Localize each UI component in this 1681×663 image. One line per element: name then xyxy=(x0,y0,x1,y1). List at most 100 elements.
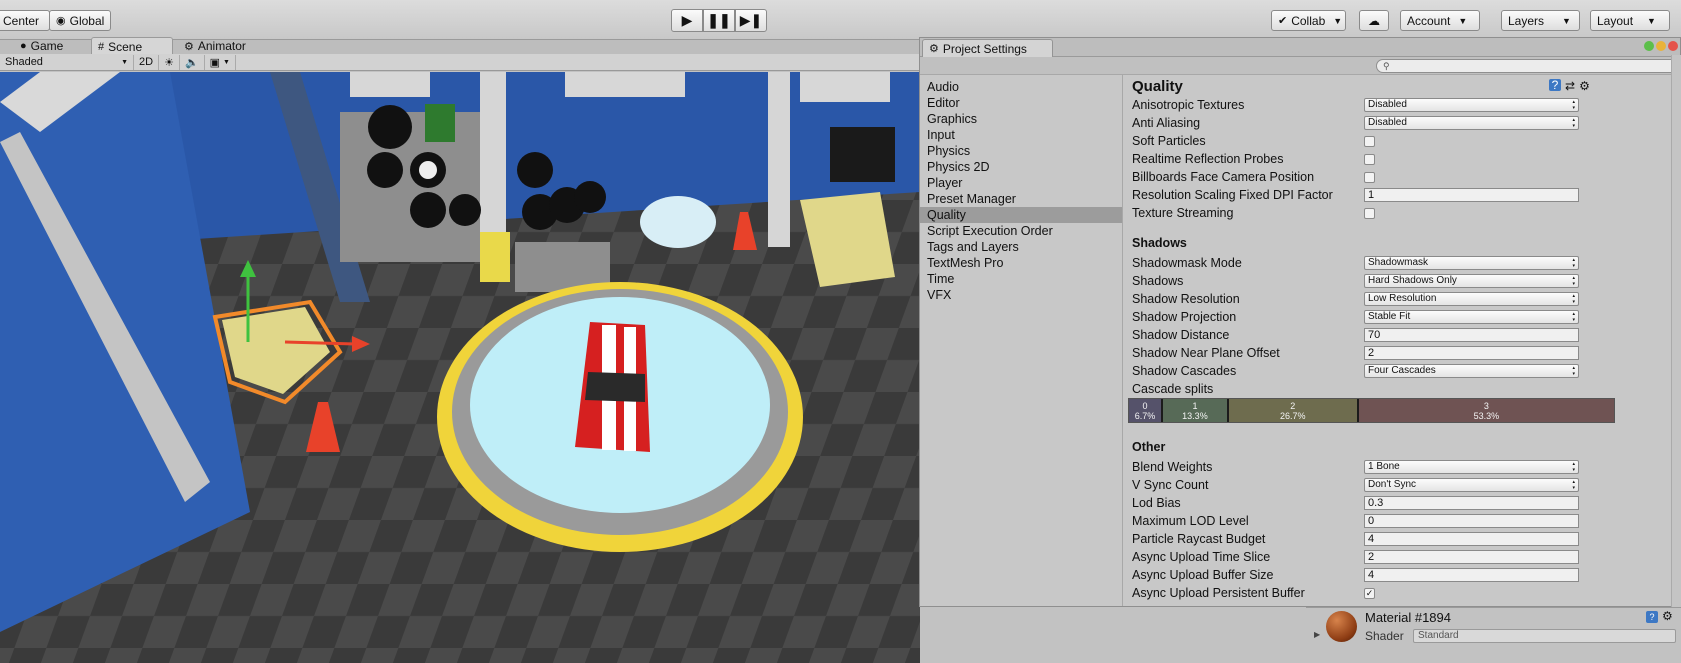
shadow-near-plane-field[interactable]: 2 xyxy=(1364,346,1579,360)
shader-dropdown[interactable]: Standard xyxy=(1413,629,1676,643)
lighting-toggle[interactable]: ☀ xyxy=(159,54,180,70)
play-icon: ▶ xyxy=(681,12,693,28)
shadow-cascades-dropdown[interactable]: Four Cascades xyxy=(1364,364,1579,378)
nav-item-graphics[interactable]: Graphics xyxy=(920,111,1122,127)
scrollbar[interactable] xyxy=(1671,55,1681,607)
setting-row: Shadowmask Mode Shadowmask xyxy=(1132,255,1672,272)
async-upload-buffer-size-field[interactable]: 4 xyxy=(1364,568,1579,582)
cascade-index: 2 xyxy=(1290,401,1296,411)
play-button[interactable]: ▶ xyxy=(671,9,703,32)
nav-item-textmesh-pro[interactable]: TextMesh Pro xyxy=(920,255,1122,271)
maximize-button[interactable] xyxy=(1644,41,1654,51)
nav-item-vfx[interactable]: VFX xyxy=(920,287,1122,303)
setting-label: Maximum LOD Level xyxy=(1132,514,1249,528)
settings-search-input[interactable]: ⚲ xyxy=(1376,59,1680,73)
global-toggle[interactable]: ◉ Global xyxy=(49,10,111,31)
nav-item-editor[interactable]: Editor xyxy=(920,95,1122,111)
cascade-segment-3[interactable]: 3 53.3% xyxy=(1358,399,1614,422)
step-button[interactable]: ▶❚ xyxy=(735,9,767,32)
tab-game[interactable]: ● Game xyxy=(14,37,69,55)
anti-aliasing-dropdown[interactable]: Disabled xyxy=(1364,116,1579,130)
material-inspector: ▶ Material #1894 Shader Standard ? ⚙ xyxy=(1306,607,1681,663)
nav-item-audio[interactable]: Audio xyxy=(920,79,1122,95)
shading-mode-dropdown[interactable]: Shaded ▼ xyxy=(0,54,134,70)
nav-item-time[interactable]: Time xyxy=(920,271,1122,287)
grid-icon: # xyxy=(98,40,105,53)
gear-icon[interactable]: ⚙ xyxy=(1579,79,1590,93)
soft-particles-checkbox[interactable] xyxy=(1364,136,1375,147)
help-icon[interactable]: ? xyxy=(1549,79,1561,91)
gear-icon[interactable]: ⚙ xyxy=(1662,609,1673,623)
realtime-reflection-probes-checkbox[interactable] xyxy=(1364,154,1375,165)
max-lod-level-field[interactable]: 0 xyxy=(1364,514,1579,528)
project-settings-title: Project Settings xyxy=(942,41,1027,56)
gear-icon: ⚙ xyxy=(929,43,939,55)
nav-item-player[interactable]: Player xyxy=(920,175,1122,191)
shadowmask-mode-dropdown[interactable]: Shadowmask xyxy=(1364,256,1579,270)
cascade-segment-0[interactable]: 0 6.7% xyxy=(1129,399,1164,422)
material-name: Material #1894 xyxy=(1365,610,1451,625)
shader-label: Shader xyxy=(1365,629,1404,643)
global-label: Global xyxy=(69,13,105,28)
dpi-factor-field[interactable]: 1 xyxy=(1364,188,1579,202)
setting-row: Shadow Resolution Low Resolution xyxy=(1132,291,1672,308)
anisotropic-textures-dropdown[interactable]: Disabled xyxy=(1364,98,1579,112)
tab-scene[interactable]: # Scene xyxy=(91,37,173,55)
foldout-arrow-icon[interactable]: ▶ xyxy=(1314,630,1320,639)
pivot-label: Center xyxy=(3,13,40,28)
nav-item-preset-manager[interactable]: Preset Manager xyxy=(920,191,1122,207)
cloud-button[interactable]: ☁ xyxy=(1359,10,1389,31)
help-icon[interactable]: ? xyxy=(1646,611,1658,623)
nav-item-input[interactable]: Input xyxy=(920,127,1122,143)
account-dropdown[interactable]: Account ▼ xyxy=(1400,10,1480,31)
collab-button[interactable]: ✔ Collab ▼ xyxy=(1271,10,1346,31)
close-button[interactable] xyxy=(1668,41,1678,51)
cascade-percent: 13.3% xyxy=(1182,411,1208,421)
other-section-header: Other xyxy=(1132,440,1166,454)
lod-bias-field[interactable]: 0.3 xyxy=(1364,496,1579,510)
shadow-resolution-dropdown[interactable]: Low Resolution xyxy=(1364,292,1579,306)
audio-toggle[interactable]: 🔈 xyxy=(180,54,205,70)
cascade-segment-2[interactable]: 2 26.7% xyxy=(1228,399,1359,422)
main-toolbar: Center ◉ Global ▶ ❚❚ ▶❚ ✔ Collab ▼ ☁ Acc… xyxy=(0,0,1681,40)
shadow-projection-dropdown[interactable]: Stable Fit xyxy=(1364,310,1579,324)
texture-streaming-checkbox[interactable] xyxy=(1364,208,1375,219)
shadow-distance-field[interactable]: 70 xyxy=(1364,328,1579,342)
layout-dropdown[interactable]: Layout ▼ xyxy=(1590,10,1670,31)
nav-item-quality[interactable]: Quality xyxy=(920,207,1122,223)
gizmo-x-axis[interactable] xyxy=(284,340,356,346)
nav-item-tags-and-layers[interactable]: Tags and Layers xyxy=(920,239,1122,255)
project-settings-titlebar: ⚙ Project Settings xyxy=(920,38,1680,57)
scene-viewport[interactable] xyxy=(0,72,920,663)
minimize-button[interactable] xyxy=(1656,41,1666,51)
tab-animator[interactable]: ⚙ Animator xyxy=(178,37,252,55)
vent xyxy=(800,72,890,102)
billboards-face-camera-checkbox[interactable] xyxy=(1364,172,1375,183)
nav-item-script-execution-order[interactable]: Script Execution Order xyxy=(920,223,1122,239)
vsync-count-dropdown[interactable]: Don't Sync xyxy=(1364,478,1579,492)
async-upload-persistent-buffer-checkbox[interactable]: ✓ xyxy=(1364,588,1375,599)
setting-row: Billboards Face Camera Position xyxy=(1132,169,1672,186)
cloud-icon: ☁ xyxy=(1368,13,1380,28)
pivot-toggle[interactable]: Center xyxy=(0,10,50,31)
cascade-splits-bar[interactable]: 0 6.7% 1 13.3% 2 26.7% 3 53.3% xyxy=(1128,398,1615,423)
layers-dropdown[interactable]: Layers ▼ xyxy=(1501,10,1580,31)
image-icon: ▣ xyxy=(209,56,221,69)
blend-weights-dropdown[interactable]: 1 Bone xyxy=(1364,460,1579,474)
nav-item-physics[interactable]: Physics xyxy=(920,143,1122,159)
setting-row: Async Upload Buffer Size 4 xyxy=(1132,567,1672,584)
preset-icon[interactable]: ⇄ xyxy=(1565,79,1575,93)
2d-toggle[interactable]: 2D xyxy=(134,54,160,70)
cascade-percent: 26.7% xyxy=(1279,411,1306,421)
project-settings-tab[interactable]: ⚙ Project Settings xyxy=(922,39,1053,57)
pause-button[interactable]: ❚❚ xyxy=(703,9,735,32)
tab-game-label: Game xyxy=(30,39,64,53)
shadows-dropdown[interactable]: Hard Shadows Only xyxy=(1364,274,1579,288)
particle-raycast-budget-field[interactable]: 4 xyxy=(1364,532,1579,546)
vent xyxy=(350,72,430,97)
effects-dropdown[interactable]: ▣ ▼ xyxy=(205,54,236,70)
nav-item-physics-2d[interactable]: Physics 2D xyxy=(920,159,1122,175)
cascade-segment-1[interactable]: 1 13.3% xyxy=(1163,399,1229,422)
sun-icon: ☀ xyxy=(164,56,174,69)
async-upload-time-slice-field[interactable]: 2 xyxy=(1364,550,1579,564)
